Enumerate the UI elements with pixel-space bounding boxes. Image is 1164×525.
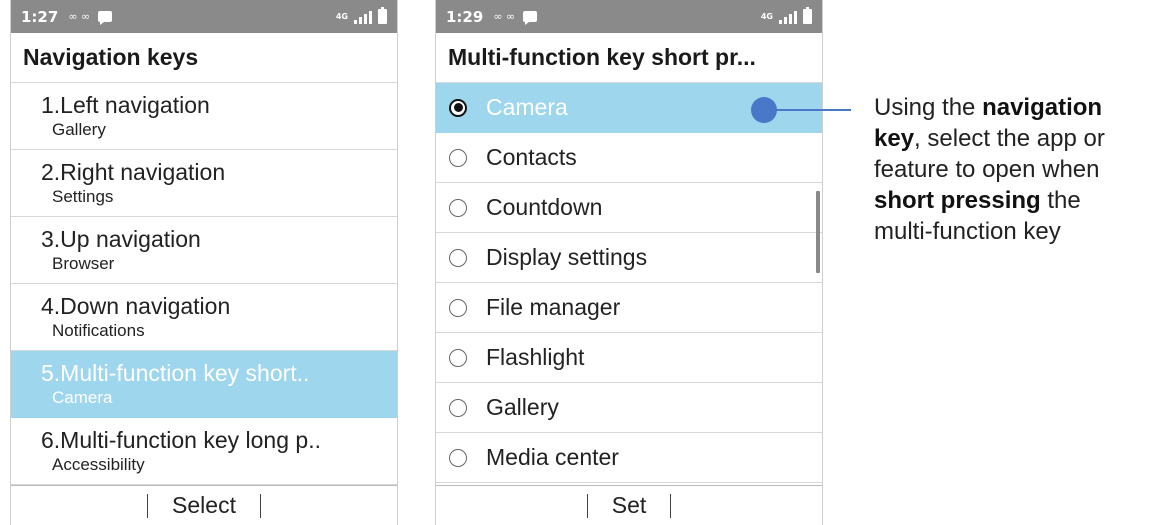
nav-item-right[interactable]: 2.Right navigation Settings bbox=[11, 150, 397, 217]
option-label: Flashlight bbox=[486, 344, 585, 370]
softkey-bar: Select bbox=[11, 485, 397, 525]
option-file-manager[interactable]: File manager bbox=[436, 283, 822, 333]
nav-item-multi-function-short[interactable]: 5.Multi-function key short.. Camera bbox=[11, 351, 397, 418]
network-type-icon: 4G bbox=[335, 11, 348, 21]
callout-highlight: short pressing bbox=[874, 187, 1041, 214]
option-media-center[interactable]: Media center bbox=[436, 433, 822, 483]
radio-unchecked-icon bbox=[449, 348, 467, 367]
nav-item-value: Accessibility bbox=[52, 455, 145, 474]
radio-unchecked-icon bbox=[449, 198, 467, 217]
option-label: Camera bbox=[486, 94, 568, 120]
navigation-key-list: 1.Left navigation Gallery 2.Right naviga… bbox=[11, 83, 397, 485]
nav-item-value: Gallery bbox=[52, 120, 106, 139]
status-time: 1:27 bbox=[21, 7, 59, 26]
option-label: Countdown bbox=[486, 194, 603, 220]
radio-unchecked-icon bbox=[449, 448, 467, 467]
softkey-divider bbox=[670, 493, 672, 518]
radio-unchecked-icon bbox=[449, 398, 467, 417]
message-icon bbox=[523, 11, 538, 25]
option-flashlight[interactable]: Flashlight bbox=[436, 333, 822, 383]
callout-highlight: key bbox=[874, 125, 915, 152]
option-gallery[interactable]: Gallery bbox=[436, 383, 822, 433]
softkey-bar: Set bbox=[436, 485, 822, 525]
status-bar: 1:27 ∞ ∞ 4G bbox=[11, 0, 397, 33]
nav-item-title: 2.Right navigation bbox=[41, 159, 226, 185]
scrollbar[interactable] bbox=[816, 191, 820, 273]
set-softkey[interactable]: Set bbox=[612, 492, 647, 519]
option-label: File manager bbox=[486, 294, 621, 320]
callout-text-part: Using the bbox=[874, 94, 983, 121]
multi-function-key-screen: 1:29 ∞ ∞ 4G Multi-function key short pr.… bbox=[435, 0, 823, 525]
callout-highlight: navigation bbox=[982, 94, 1103, 121]
page-title: Navigation keys bbox=[11, 33, 397, 83]
nav-item-down[interactable]: 4.Down navigation Notifications bbox=[11, 284, 397, 351]
callout-marker-dot bbox=[751, 97, 777, 123]
radio-unchecked-icon bbox=[449, 298, 467, 317]
callout-text-part: the bbox=[1040, 187, 1081, 214]
softkey-divider bbox=[147, 493, 149, 518]
option-countdown[interactable]: Countdown bbox=[436, 183, 822, 233]
radio-unchecked-icon bbox=[449, 248, 467, 267]
softkey-divider bbox=[259, 493, 261, 518]
option-label: Gallery bbox=[486, 394, 559, 420]
nav-item-title: 3.Up navigation bbox=[41, 226, 201, 252]
radio-checked-icon bbox=[449, 98, 467, 117]
callout-connector-line bbox=[770, 109, 851, 111]
option-label: Display settings bbox=[486, 244, 648, 270]
nav-item-left[interactable]: 1.Left navigation Gallery bbox=[11, 83, 397, 150]
battery-icon bbox=[378, 7, 387, 24]
option-label: Media center bbox=[486, 444, 619, 470]
app-option-list: Camera Contacts Countdown Display settin… bbox=[436, 83, 822, 485]
option-display-settings[interactable]: Display settings bbox=[436, 233, 822, 283]
option-contacts[interactable]: Contacts bbox=[436, 133, 822, 183]
nav-item-title: 6.Multi-function key long p.. bbox=[41, 427, 321, 453]
nav-item-up[interactable]: 3.Up navigation Browser bbox=[11, 217, 397, 284]
signal-icon bbox=[354, 10, 372, 24]
select-softkey[interactable]: Select bbox=[172, 492, 236, 519]
softkey-divider bbox=[586, 493, 588, 518]
voicemail-icon: ∞ ∞ bbox=[68, 10, 91, 23]
nav-item-value: Notifications bbox=[52, 321, 145, 340]
option-label: Contacts bbox=[486, 144, 577, 170]
callout-text-part: , select the app or bbox=[914, 125, 1105, 152]
nav-item-value: Camera bbox=[52, 388, 113, 407]
signal-icon bbox=[779, 10, 797, 24]
message-icon bbox=[98, 11, 113, 25]
battery-icon bbox=[803, 7, 812, 24]
nav-item-title: 1.Left navigation bbox=[41, 92, 210, 118]
nav-item-multi-function-long[interactable]: 6.Multi-function key long p.. Accessibil… bbox=[11, 418, 397, 485]
nav-item-title: 5.Multi-function key short.. bbox=[41, 360, 310, 386]
voicemail-icon: ∞ ∞ bbox=[493, 10, 516, 23]
callout-text-part: feature to open when bbox=[874, 156, 1100, 183]
network-type-icon: 4G bbox=[760, 11, 773, 21]
callout-annotation: Using the navigation key, select the app… bbox=[874, 92, 1164, 247]
nav-item-value: Browser bbox=[52, 254, 115, 273]
page-title: Multi-function key short pr... bbox=[436, 33, 822, 83]
radio-unchecked-icon bbox=[449, 148, 467, 167]
status-time: 1:29 bbox=[446, 7, 484, 26]
callout-text-part: multi-function key bbox=[874, 218, 1061, 245]
nav-item-value: Settings bbox=[52, 187, 114, 206]
nav-item-title: 4.Down navigation bbox=[41, 293, 231, 319]
status-bar: 1:29 ∞ ∞ 4G bbox=[436, 0, 822, 33]
navigation-keys-screen: 1:27 ∞ ∞ 4G Navigation keys 1.Left navig… bbox=[10, 0, 398, 525]
